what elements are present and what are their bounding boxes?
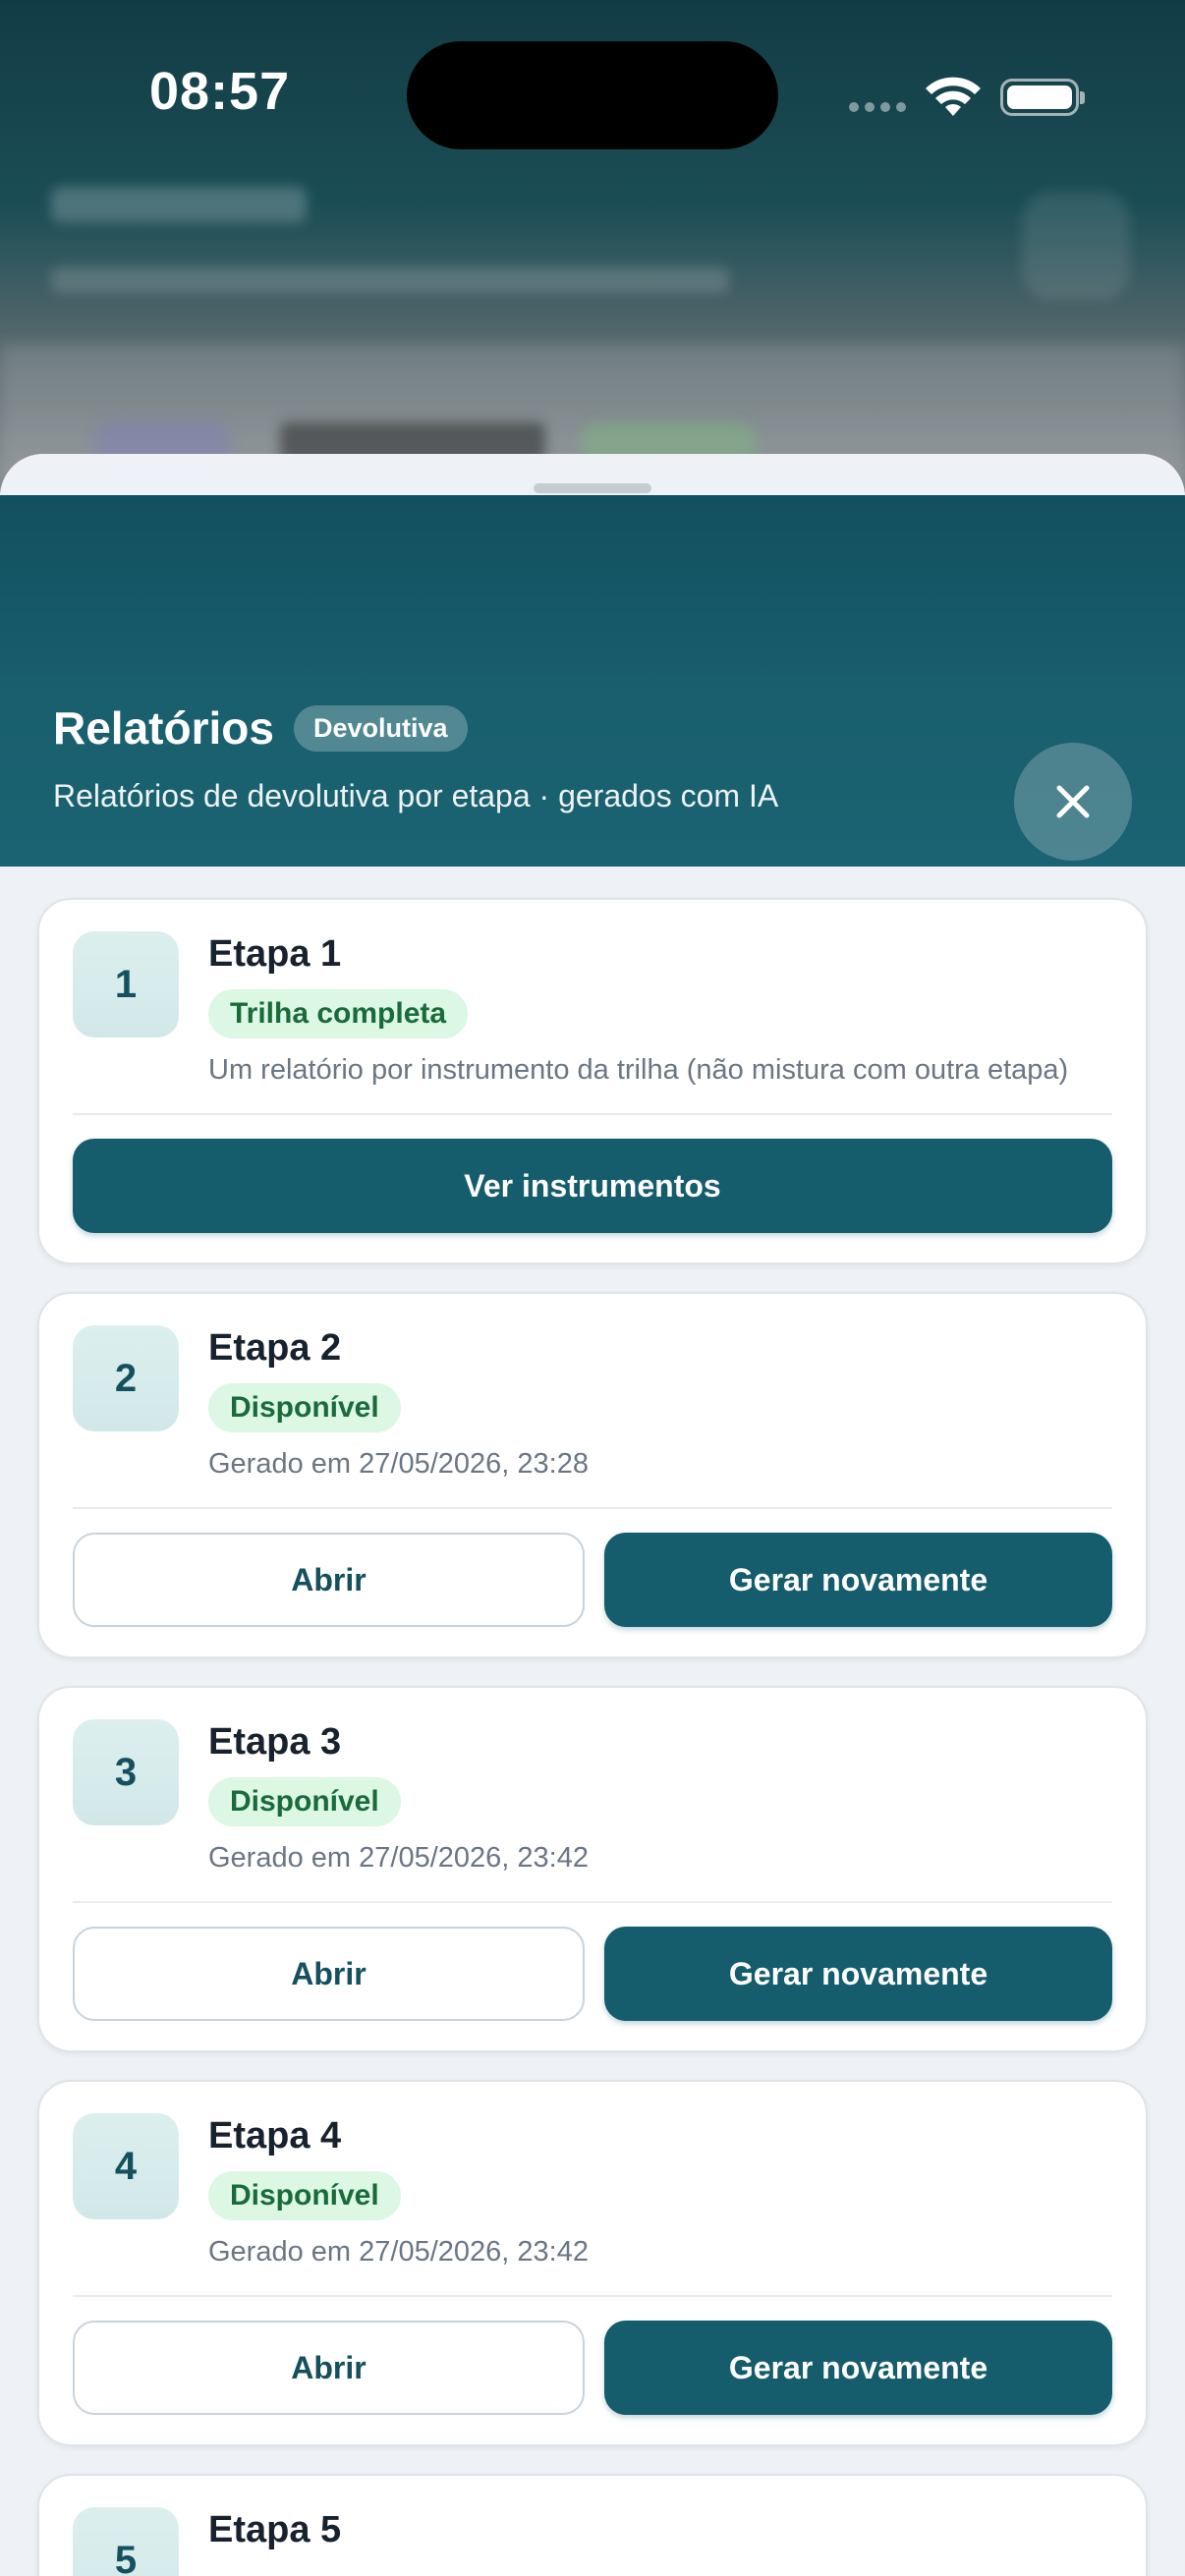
etapa-number: 4 — [73, 2113, 179, 2219]
divider — [73, 1901, 1112, 1903]
etapa-meta: Gerado em 27/05/2026, 23:42 — [208, 1842, 589, 1874]
etapa-title: Etapa 3 — [208, 1721, 342, 1763]
divider — [73, 2295, 1112, 2297]
etapa-meta: Gerado em 27/05/2026, 23:28 — [208, 1448, 589, 1480]
regenerate-button[interactable]: Gerar novamente — [604, 1533, 1112, 1627]
regenerate-button[interactable]: Gerar novamente — [604, 2321, 1112, 2415]
open-button[interactable]: Abrir — [73, 1927, 585, 2021]
etapa-meta: Gerado em 27/05/2026, 23:42 — [208, 2236, 589, 2268]
view-instruments-button[interactable]: Ver instrumentos — [73, 1139, 1112, 1233]
battery-icon — [1000, 79, 1085, 116]
dynamic-island — [407, 41, 778, 149]
etapa-title: Etapa 5 — [208, 2509, 342, 2550]
etapa-title: Etapa 2 — [208, 1327, 342, 1369]
status-badge: Disponível — [208, 2171, 401, 2220]
sheet-badge: Devolutiva — [293, 704, 468, 752]
divider — [73, 1507, 1112, 1509]
etapa-card: 3 Etapa 3 Disponível Gerado em 27/05/202… — [37, 1686, 1148, 2052]
etapa-title: Etapa 4 — [208, 2115, 342, 2156]
status-badge: Trilha completa — [208, 989, 469, 1038]
regenerate-button[interactable]: Gerar novamente — [604, 1927, 1112, 2021]
etapa-number: 3 — [73, 1719, 179, 1825]
open-button[interactable]: Abrir — [73, 2321, 585, 2415]
status-badge: Disponível — [208, 1383, 401, 1432]
sheet-subtitle: Relatórios de devolutiva por etapa · ger… — [53, 778, 779, 813]
etapas-list: 1 Etapa 1 Trilha completa Um relatório p… — [37, 898, 1148, 2576]
cellular-signal-icon — [849, 102, 906, 112]
sheet-top — [0, 454, 1185, 495]
etapa-number: 5 — [73, 2507, 179, 2576]
open-button[interactable]: Abrir — [73, 1533, 585, 1627]
divider — [73, 1113, 1112, 1115]
etapa-meta: Um relatório por instrumento da trilha (… — [208, 1054, 1069, 1086]
etapa-card: 1 Etapa 1 Trilha completa Um relatório p… — [37, 898, 1148, 1264]
etapa-card: 4 Etapa 4 Disponível Gerado em 27/05/202… — [37, 2080, 1148, 2446]
sheet-header: Relatórios Devolutiva Relatórios de devo… — [0, 495, 1185, 867]
close-button[interactable] — [1014, 743, 1132, 861]
etapa-title: Etapa 1 — [208, 933, 342, 975]
etapa-card: 5 Etapa 5 — [37, 2474, 1148, 2576]
reports-sheet: Relatórios Devolutiva Relatórios de devo… — [0, 454, 1185, 2576]
close-icon — [1056, 785, 1090, 818]
blurred-subtitle — [51, 267, 729, 293]
etapa-number: 1 — [73, 931, 179, 1037]
sheet-title: Relatórios — [53, 702, 274, 754]
status-bar: 08:57 — [0, 0, 1185, 196]
etapa-number: 2 — [73, 1325, 179, 1431]
etapa-card: 2 Etapa 2 Disponível Gerado em 27/05/202… — [37, 1292, 1148, 1658]
status-badge: Disponível — [208, 1777, 401, 1826]
wifi-icon — [926, 77, 981, 116]
sheet-grabber[interactable] — [534, 483, 651, 493]
sheet-title-row: Relatórios Devolutiva — [53, 701, 468, 755]
status-time: 08:57 — [149, 62, 291, 121]
blurred-button — [1022, 192, 1130, 300]
